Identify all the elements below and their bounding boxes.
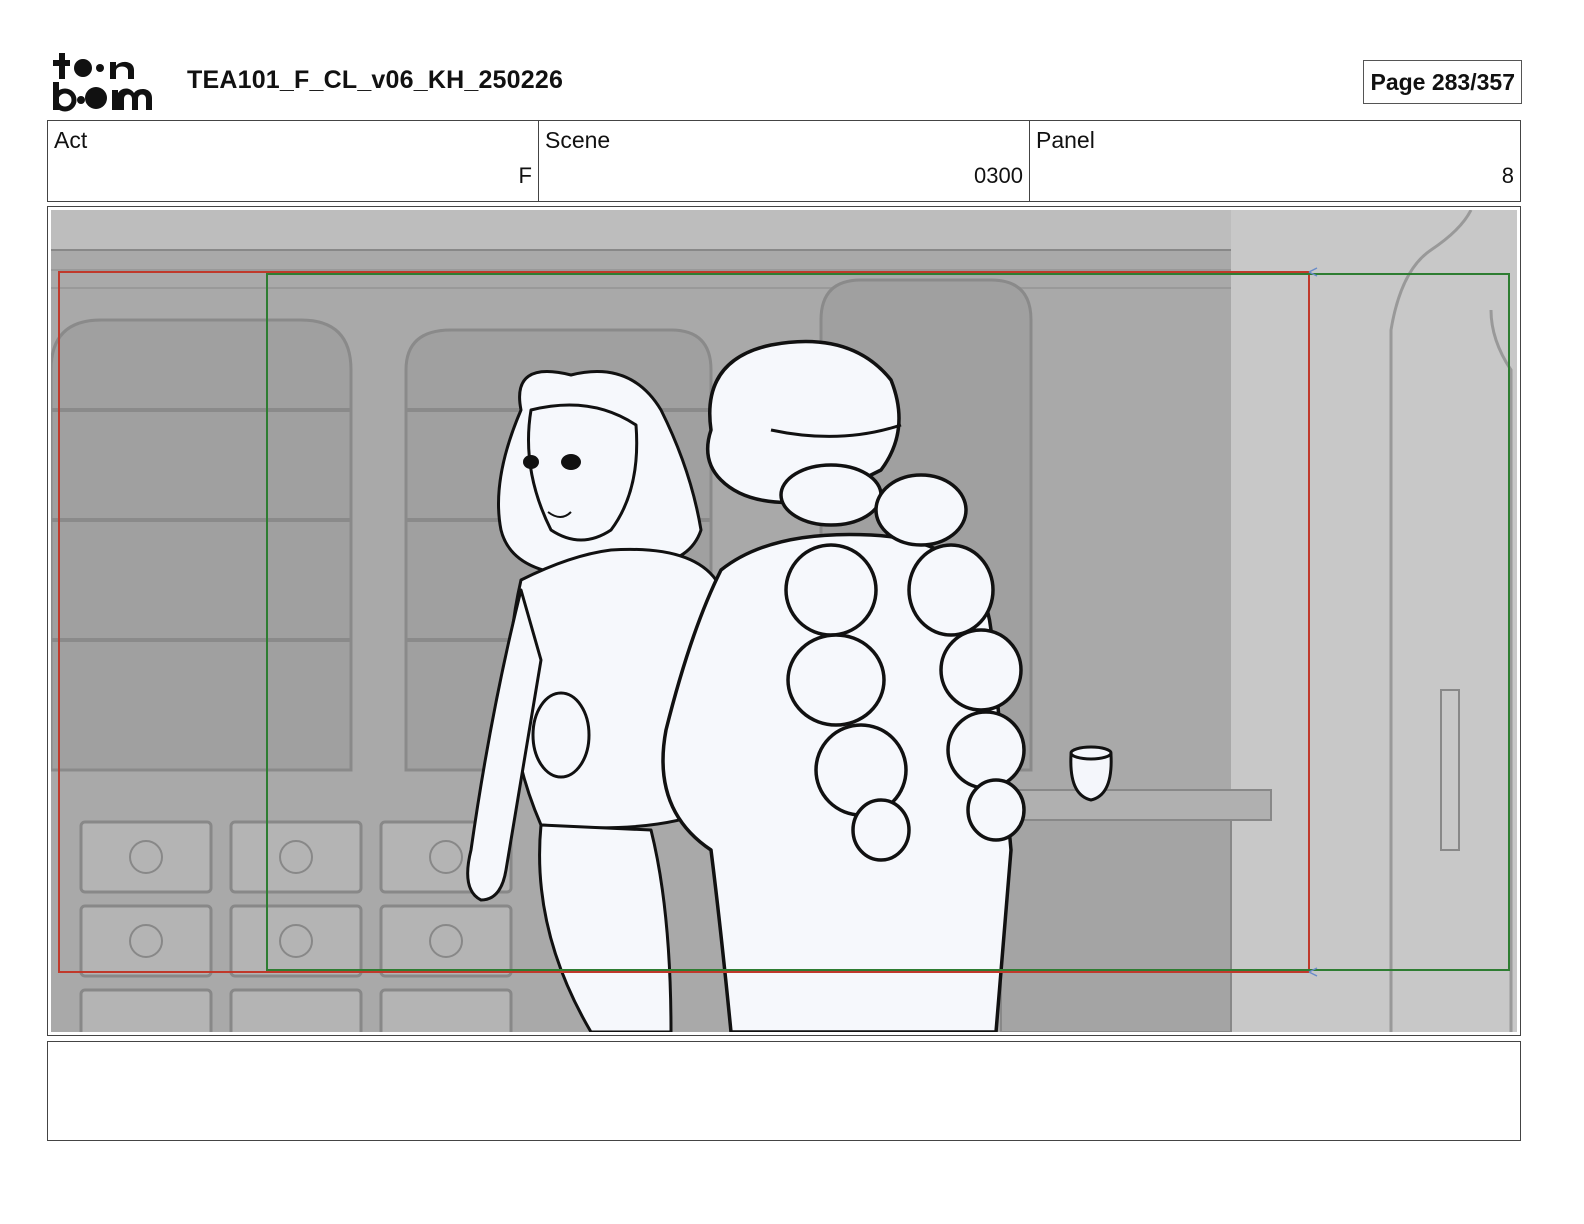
scene-cell: Scene 0300 [539,121,1030,201]
shot-info-table: Act F Scene 0300 Panel 8 [47,120,1521,202]
act-label: Act [54,127,88,153]
panel-label: Panel [1036,127,1095,153]
scene-label: Scene [545,127,611,153]
panel-cell: Panel 8 [1030,121,1520,201]
panel-value: 8 [1501,163,1514,188]
storyboard-sketch-image [51,210,1517,1032]
act-value: F [518,163,532,188]
document-title: TEA101_F_CL_v06_KH_250226 [187,66,564,94]
panel-notes-box [47,1041,1521,1141]
storyboard-panel-frame [47,206,1521,1036]
act-cell: Act F [48,121,539,201]
page-number: Page 283/357 [1363,60,1522,104]
scene-value: 0300 [974,163,1023,188]
toon-boom-logo [53,53,152,112]
